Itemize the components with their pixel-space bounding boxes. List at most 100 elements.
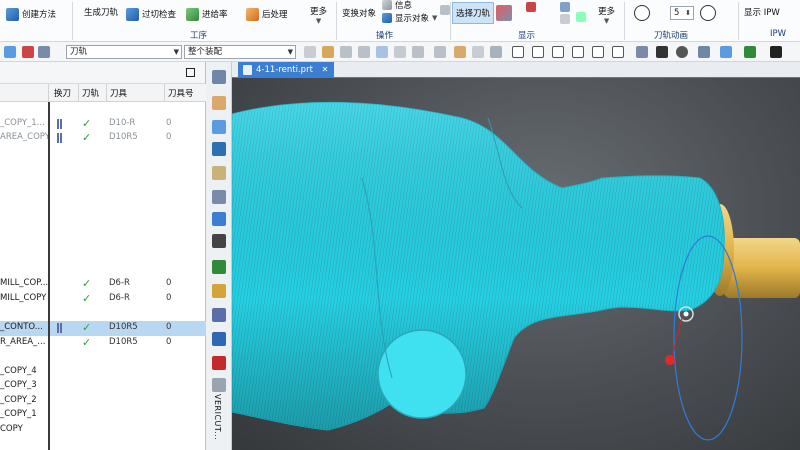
column-header-tool-number[interactable]: 刀具号	[168, 87, 194, 99]
table-row[interactable]	[0, 248, 206, 263]
snap-center-icon[interactable]	[394, 46, 406, 58]
table-row[interactable]	[0, 204, 206, 219]
select-filter-icon[interactable]	[22, 46, 34, 58]
history-icon[interactable]	[212, 166, 226, 180]
table-row[interactable]	[0, 350, 206, 365]
table-row[interactable]	[0, 233, 206, 248]
toolpath-display-icon[interactable]	[496, 5, 512, 21]
graphics-viewport[interactable]	[232, 78, 800, 450]
fit-icon[interactable]	[552, 46, 564, 58]
machine-tool-icon[interactable]	[212, 190, 226, 204]
table-row[interactable]: _COPY_2	[0, 394, 206, 409]
type-filter-dropdown[interactable]: 刀轨 ▼	[66, 45, 182, 59]
table-row[interactable]	[0, 219, 206, 234]
table-row[interactable]: MILL_COP... ✓ D6-R 0	[0, 277, 206, 292]
create-method-icon	[6, 7, 19, 21]
table-row[interactable]: _COPY_3	[0, 379, 206, 394]
post-process-button[interactable]: 后处理	[246, 6, 288, 22]
background-icon[interactable]	[720, 46, 732, 58]
rewind-icon[interactable]	[634, 5, 650, 21]
tool-view-icon[interactable]	[212, 308, 226, 322]
palette-icon[interactable]	[212, 234, 226, 248]
column-header-tool-change[interactable]: 换刀	[54, 87, 71, 99]
navigator-title-bar	[0, 62, 205, 84]
render-style-icon[interactable]	[698, 46, 710, 58]
table-row[interactable]	[0, 190, 206, 205]
generate-toolpath-button[interactable]: 生成刀轨	[84, 4, 118, 20]
program-order-icon[interactable]	[212, 212, 226, 226]
zoom-icon[interactable]	[572, 46, 584, 58]
color-icon[interactable]	[770, 46, 782, 58]
maximize-icon[interactable]	[186, 68, 195, 77]
table-row[interactable]	[0, 306, 206, 321]
method-view-icon[interactable]	[212, 284, 226, 298]
mcs-icon[interactable]	[656, 46, 668, 58]
table-row[interactable]	[0, 160, 206, 175]
gouge-check-button[interactable]: 过切检查	[126, 6, 176, 22]
group-label-display: 显示	[518, 31, 536, 41]
assembly-scope-dropdown[interactable]: 整个装配 ▼	[184, 45, 296, 59]
create-method-button[interactable]: 创建方法	[6, 6, 56, 22]
table-row[interactable]: R_AREA_... ✓ D10R5 0	[0, 336, 206, 351]
layer-icon[interactable]	[636, 46, 648, 58]
box-select-icon[interactable]	[532, 46, 544, 58]
column-header-tool[interactable]: 刀具	[110, 87, 127, 99]
select-mode-icon[interactable]	[38, 46, 50, 58]
wireframe-icon[interactable]	[512, 46, 524, 58]
view-cube-icon[interactable]	[454, 46, 466, 58]
arrow-up-icon[interactable]	[560, 2, 570, 12]
vericut-label[interactable]: VERICUT...	[213, 394, 222, 440]
operation-more-icon[interactable]	[440, 5, 450, 15]
snap-icon[interactable]	[304, 46, 316, 58]
view-iso-icon[interactable]	[472, 46, 484, 58]
part-navigator-icon[interactable]	[212, 120, 226, 134]
display-ipw-button[interactable]: 显示 IPW	[744, 4, 780, 20]
display-path-icon[interactable]	[576, 12, 586, 22]
table-row[interactable]	[0, 175, 206, 190]
table-row[interactable]	[0, 263, 206, 278]
snap-quadrant-icon[interactable]	[412, 46, 424, 58]
transform-object-button[interactable]: 变换对象	[342, 5, 376, 21]
geometry-view-icon[interactable]	[212, 260, 226, 274]
snap-intersect-icon[interactable]	[434, 46, 446, 58]
column-header-toolpath[interactable]: 刀轨	[82, 87, 99, 99]
vericut-icon[interactable]	[212, 378, 226, 392]
table-row[interactable]: _CONTO... ✓ D10R5 0	[0, 320, 206, 336]
eraser-icon[interactable]	[212, 356, 226, 370]
arrow-down-icon[interactable]	[560, 14, 570, 24]
display-object-button[interactable]: 显示对象 ▼	[382, 10, 437, 26]
table-row[interactable]: MILL_COPY ✓ D6-R 0	[0, 292, 206, 307]
display-more-button[interactable]: 更多 ▼	[598, 5, 615, 25]
navigator-icon[interactable]	[212, 70, 226, 84]
show-hide-icon[interactable]	[676, 46, 688, 58]
table-row[interactable]: _COPY_1	[0, 408, 206, 423]
file-tab[interactable]: 4-11-renti.prt ✕	[238, 62, 335, 78]
table-row[interactable]: _COPY_4	[0, 365, 206, 380]
ipw-display-icon[interactable]	[744, 46, 756, 58]
table-row[interactable]	[0, 146, 206, 161]
clip-icon[interactable]	[592, 46, 604, 58]
group-label-ipw: IPW	[770, 29, 787, 39]
process-more-button[interactable]: 更多 ▼	[310, 5, 327, 25]
table-row[interactable]: _COPY_1... ✓ D10-R 0	[0, 117, 206, 132]
close-icon[interactable]: ✕	[322, 65, 329, 74]
menu-icon[interactable]	[4, 46, 16, 58]
toolpath-ok-icon: ✓	[82, 116, 92, 130]
snap-end-icon[interactable]	[340, 46, 352, 58]
select-toolpath-button[interactable]: 选择刀轨	[452, 2, 495, 24]
feedrate-button[interactable]: 进给率	[186, 6, 228, 22]
play-icon[interactable]	[700, 5, 716, 21]
animation-speed-input[interactable]: 5 ⬍	[670, 6, 694, 20]
snap-control-icon[interactable]	[376, 46, 388, 58]
table-row[interactable]: AREA_COPY ✓ D10R5 0	[0, 131, 206, 146]
feature-view-icon[interactable]	[212, 332, 226, 346]
table-row[interactable]	[0, 102, 206, 117]
assembly-navigator-icon[interactable]	[212, 96, 226, 110]
table-row[interactable]: COPY	[0, 423, 206, 438]
snap-mid-icon[interactable]	[358, 46, 370, 58]
view-top-icon[interactable]	[490, 46, 502, 58]
display-tool-icon[interactable]	[526, 2, 536, 12]
roles-icon[interactable]	[212, 142, 226, 156]
snap-point-icon[interactable]	[322, 46, 334, 58]
section-icon[interactable]	[612, 46, 624, 58]
